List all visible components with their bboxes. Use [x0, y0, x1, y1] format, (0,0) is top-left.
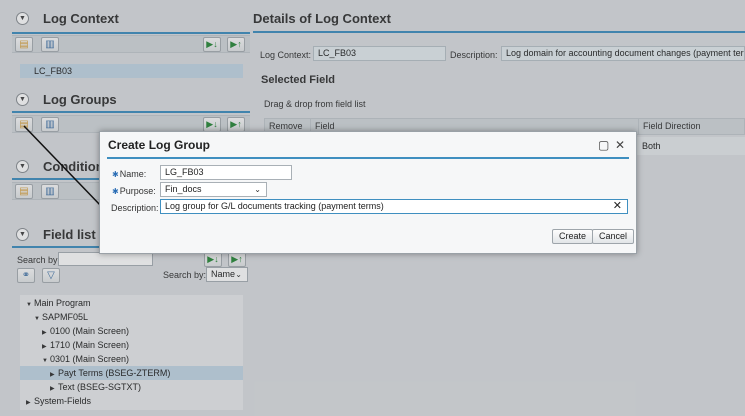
name-label-text: Name: [119, 169, 147, 179]
cancel-button[interactable]: Cancel [592, 229, 635, 244]
maximize-icon[interactable]: ▢ [598, 139, 609, 151]
required-marker: ✱ [112, 187, 119, 196]
create-log-group-dialog: Create Log Group ▢ ✕ ✱Name: LG_FB03 ✱Pur… [99, 131, 637, 254]
close-icon[interactable]: ✕ [615, 139, 625, 151]
description-input[interactable]: Log group for G/L documents tracking (pa… [160, 199, 628, 214]
clear-icon[interactable]: ✕ [613, 200, 622, 213]
name-input[interactable]: LG_FB03 [160, 165, 292, 180]
purpose-label-text: Purpose: [119, 186, 156, 196]
description-label: Description: [111, 203, 159, 213]
create-button[interactable]: Create [552, 229, 594, 244]
dialog-title: Create Log Group [108, 138, 211, 152]
required-marker: ✱ [112, 170, 119, 179]
chevron-down-icon: ⌄ [254, 185, 261, 194]
purpose-label: ✱Purpose: [112, 184, 156, 199]
name-label: ✱Name: [112, 167, 146, 182]
purpose-select[interactable]: Fin_docs ⌄ [160, 182, 267, 197]
purpose-value: Fin_docs [165, 184, 202, 194]
description-value: Log group for G/L documents tracking (pa… [165, 201, 384, 211]
dialog-divider [107, 157, 629, 159]
